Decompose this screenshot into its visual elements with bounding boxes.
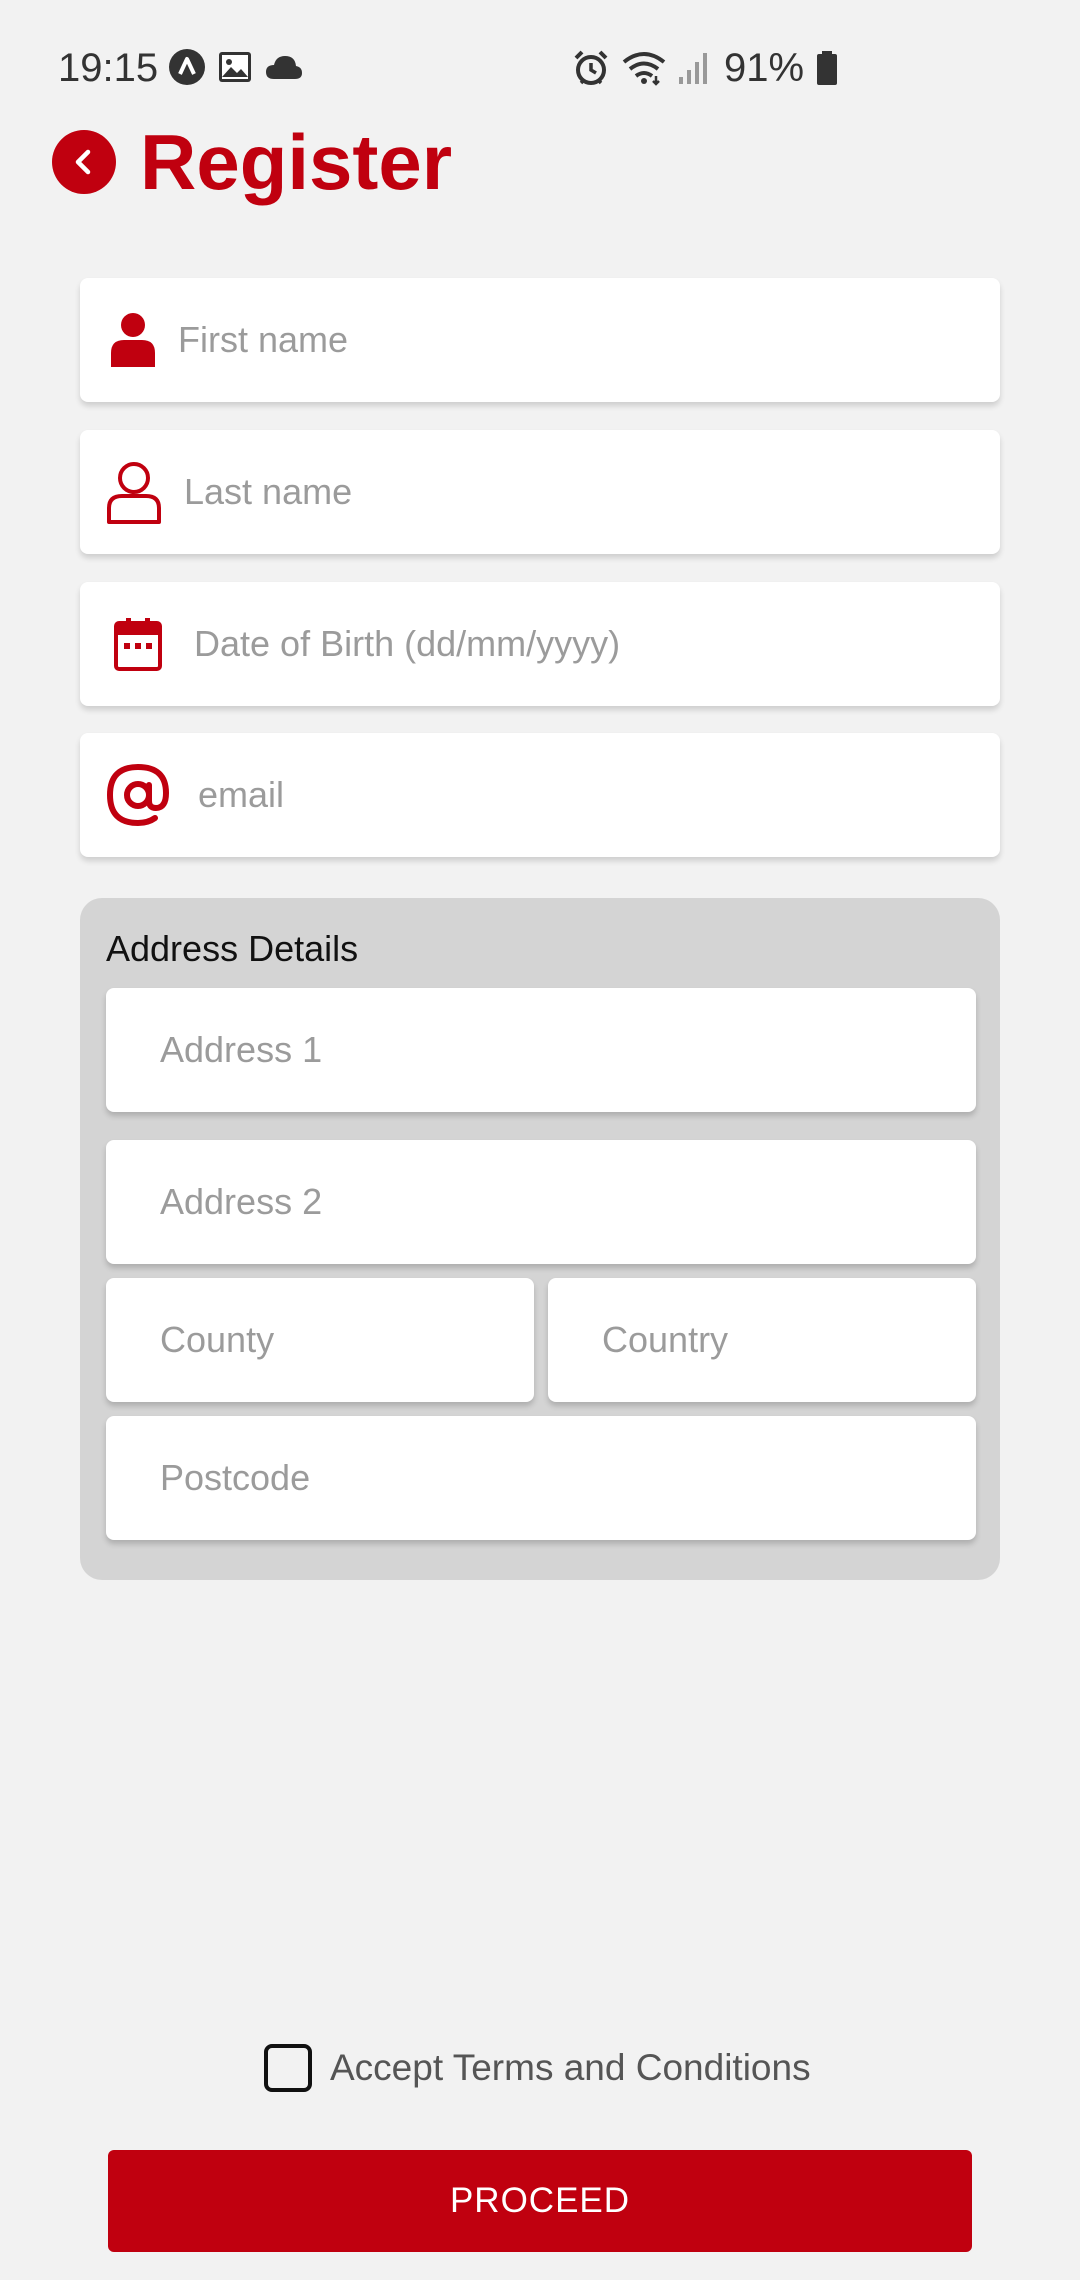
status-bar: 19:15 91%	[0, 0, 1080, 130]
address2-input[interactable]	[160, 1181, 895, 1223]
terms-label[interactable]: Accept Terms and Conditions	[330, 2044, 811, 2092]
terms-checkbox[interactable]	[264, 2044, 312, 2092]
email-field[interactable]	[80, 733, 1000, 857]
cloud-icon	[266, 56, 302, 79]
terms-checkbox-row[interactable]: Accept Terms and Conditions	[264, 2044, 811, 2092]
status-left-icons	[168, 48, 304, 86]
chevron-left-icon	[75, 149, 91, 175]
back-button[interactable]	[52, 130, 116, 194]
wifi-icon	[622, 52, 666, 86]
country-input[interactable]	[602, 1319, 939, 1361]
navigation-app-icon	[169, 49, 205, 85]
battery-icon	[817, 51, 838, 85]
last-name-input[interactable]	[184, 471, 884, 513]
signal-icon	[679, 53, 707, 84]
alarm-icon	[574, 50, 608, 85]
first-name-input[interactable]	[178, 319, 878, 361]
gallery-icon	[219, 52, 251, 82]
country-field[interactable]	[548, 1278, 976, 1402]
county-input[interactable]	[160, 1319, 497, 1361]
person-filled-icon	[104, 311, 162, 369]
address2-field[interactable]	[106, 1140, 976, 1264]
postcode-field[interactable]	[106, 1416, 976, 1540]
address-details-title: Address Details	[106, 928, 359, 969]
calendar-icon	[112, 617, 164, 671]
county-field[interactable]	[106, 1278, 534, 1402]
address-details-panel: Address Details	[80, 898, 1000, 1580]
battery-percent: 91%	[724, 46, 805, 90]
first-name-field[interactable]	[80, 278, 1000, 402]
status-time: 19:15	[58, 46, 159, 90]
person-outline-icon	[102, 460, 166, 524]
proceed-button[interactable]: PROCEED	[108, 2150, 972, 2252]
dob-input[interactable]	[194, 623, 894, 665]
last-name-field[interactable]	[80, 430, 1000, 554]
register-screen: 19:15 91% Register First name Last name …	[0, 0, 1080, 2280]
email-input[interactable]	[198, 774, 898, 816]
page-title: Register	[140, 118, 453, 206]
status-right: 91%	[572, 44, 838, 92]
postcode-input[interactable]	[160, 1457, 895, 1499]
address1-input[interactable]	[160, 1029, 895, 1071]
header: Register	[52, 122, 452, 202]
address1-field[interactable]	[106, 988, 976, 1112]
dob-field[interactable]	[80, 582, 1000, 706]
at-sign-icon	[102, 761, 174, 829]
